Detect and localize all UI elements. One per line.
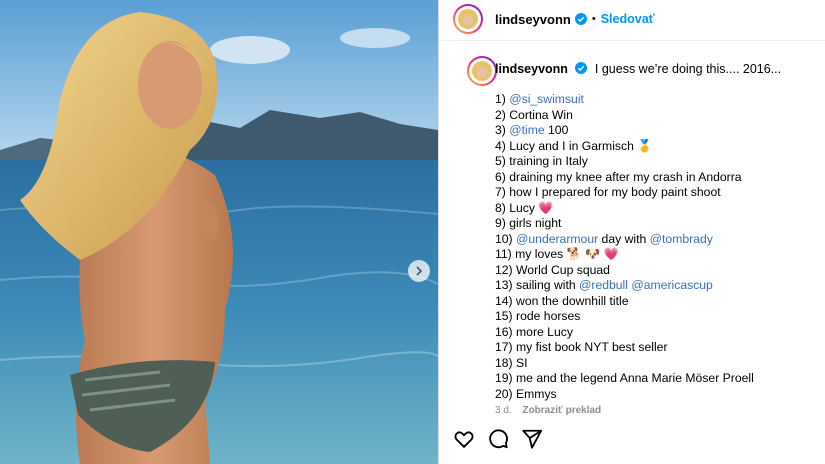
item-text: my fist book NYT best seller	[516, 340, 668, 354]
item-text: Cortina Win	[509, 107, 573, 122]
verified-badge-icon	[575, 62, 588, 74]
caption-list-item: 7) how I prepared for my body paint shoo…	[495, 185, 754, 201]
item-number: 18)	[495, 355, 517, 370]
mention-link[interactable]: @tombrady	[650, 232, 713, 246]
caption-list-item: 11) my loves 🐕 🐶 💗	[495, 247, 754, 263]
caption-list-item: 8) Lucy 💗	[495, 201, 754, 217]
post-sidebar: lindseyvonn • Sledovať lindseyvonn I gue…	[439, 0, 825, 464]
mention-link[interactable]: @americascup	[631, 278, 712, 292]
header-divider	[439, 40, 825, 41]
item-number: 14)	[495, 293, 517, 308]
caption-list-item: 16) more Lucy	[495, 325, 754, 341]
caption-list-item: 6) draining my knee after my crash in An…	[495, 170, 754, 186]
item-number: 1)	[495, 92, 510, 106]
item-number: 16)	[495, 324, 517, 339]
caption-list-item: 13) sailing with @redbull @americascup	[495, 278, 754, 294]
avatar[interactable]	[453, 4, 483, 34]
caption-list-item: 3) @time 100	[495, 123, 754, 139]
caption-list-item: 19) me and the legend Anna Marie Möser P…	[495, 371, 754, 387]
item-number: 4)	[495, 138, 510, 153]
post-meta: 3 d. Zobraziť preklad	[495, 405, 601, 416]
item-text: more Lucy	[516, 324, 573, 339]
item-number: 11)	[495, 247, 516, 261]
caption-username[interactable]: lindseyvonn	[495, 62, 568, 76]
item-text: rode horses	[516, 309, 581, 323]
item-number: 2)	[495, 107, 510, 122]
item-number: 5)	[495, 154, 510, 168]
caption-list-item: 10) @underarmour day with @tombrady	[495, 232, 754, 248]
verified-badge-icon	[574, 13, 587, 25]
caption-list-item: 20) Emmys	[495, 387, 754, 403]
mention-link[interactable]: @time	[509, 123, 544, 137]
caption-list-item: 5) training in Italy	[495, 154, 754, 170]
item-text: Lucy 💗	[509, 200, 554, 215]
caption-avatar[interactable]	[467, 56, 497, 86]
item-text: girls night	[509, 216, 562, 230]
item-number: 6)	[495, 169, 510, 184]
item-text: Emmys	[516, 386, 557, 401]
separator-dot: •	[591, 13, 596, 25]
share-icon[interactable]	[521, 428, 543, 450]
item-text: sailing with	[516, 278, 580, 292]
mention-link[interactable]: @si_swimsuit	[509, 92, 584, 106]
item-text: SI	[516, 355, 528, 370]
item-text: World Cup squad	[516, 262, 610, 277]
item-text: 100	[544, 123, 569, 137]
item-number: 12)	[495, 262, 517, 277]
heart-icon[interactable]	[453, 428, 475, 450]
timestamp: 3 d.	[495, 405, 512, 416]
item-number: 7)	[495, 185, 510, 199]
caption-list-item: 2) Cortina Win	[495, 108, 754, 124]
item-number: 13)	[495, 278, 517, 292]
item-text: me and the legend Anna Marie Möser Proel…	[516, 371, 754, 385]
post-photo	[0, 0, 438, 464]
item-number: 15)	[495, 309, 517, 323]
caption-list-item: 14) won the downhill title	[495, 294, 754, 310]
post-header: lindseyvonn • Sledovať	[439, 0, 825, 38]
carousel-next-button[interactable]	[408, 260, 430, 282]
item-number: 9)	[495, 216, 510, 230]
item-number: 19)	[495, 371, 517, 385]
item-text: draining my knee after my crash in Andor…	[509, 169, 742, 184]
item-number: 17)	[495, 340, 517, 354]
comment-icon[interactable]	[487, 428, 509, 450]
username[interactable]: lindseyvonn	[495, 12, 571, 27]
follow-button[interactable]: Sledovať	[601, 12, 655, 26]
item-text: training in Italy	[509, 154, 588, 168]
caption-list-item: 18) SI	[495, 356, 754, 372]
mention-link[interactable]: @redbull	[579, 278, 628, 292]
item-number: 3)	[495, 123, 510, 137]
post-media[interactable]	[0, 0, 438, 464]
action-bar	[439, 420, 825, 464]
chevron-right-icon	[416, 266, 423, 276]
item-text: day with	[598, 231, 650, 246]
translate-link[interactable]: Zobraziť preklad	[522, 405, 601, 416]
caption-list-item: 15) rode horses	[495, 309, 754, 325]
caption-line: lindseyvonn I guess we’re doing this....…	[495, 62, 781, 76]
caption-intro: I guess we’re doing this.... 2016...	[594, 62, 782, 76]
caption-list-item: 4) Lucy and I in Garmisch 🥇	[495, 139, 754, 155]
caption-list-item: 9) girls night	[495, 216, 754, 232]
item-number: 20)	[495, 386, 517, 401]
mention-link[interactable]: @underarmour	[516, 232, 598, 246]
caption-list-item: 17) my fist book NYT best seller	[495, 340, 754, 356]
item-text: won the downhill title	[516, 293, 629, 308]
item-number: 8)	[495, 200, 510, 215]
item-text: Lucy and I in Garmisch 🥇	[509, 138, 653, 153]
item-text: how I prepared for my body paint shoot	[509, 185, 721, 199]
caption-list: 1) @si_swimsuit 2) Cortina Win 3) @time 10…	[495, 92, 754, 402]
caption-list-item: 12) World Cup squad	[495, 263, 754, 279]
item-number: 10)	[495, 231, 517, 246]
caption-list-item: 1) @si_swimsuit	[495, 92, 754, 108]
item-text: my loves 🐕 🐶 💗	[515, 247, 619, 261]
